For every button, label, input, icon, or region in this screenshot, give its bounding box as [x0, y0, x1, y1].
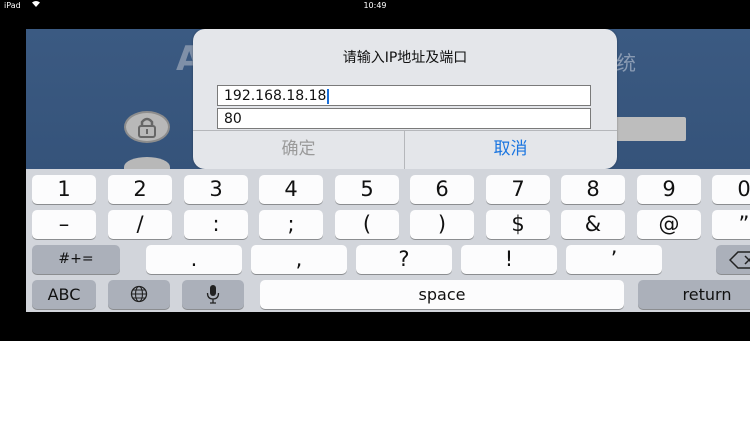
- device-screen: iPad 10:49 A 统 请输入IP地址及端口 192.168.18.18 …: [0, 0, 750, 341]
- key-2[interactable]: 2: [108, 175, 172, 204]
- key-semicolon[interactable]: ;: [259, 210, 323, 239]
- space-key[interactable]: space: [260, 280, 624, 309]
- text-caret: [327, 88, 330, 104]
- abc-key[interactable]: ABC: [32, 280, 96, 309]
- lock-icon: [124, 111, 170, 143]
- app-title-right: 统: [616, 51, 636, 75]
- ip-port-dialog: 请输入IP地址及端口 192.168.18.18 80 确定 取消: [193, 29, 617, 169]
- return-key[interactable]: return: [638, 280, 750, 309]
- key-4[interactable]: 4: [259, 175, 323, 204]
- key-0[interactable]: 0: [712, 175, 750, 204]
- microphone-key[interactable]: [182, 280, 244, 309]
- key-6[interactable]: 6: [410, 175, 474, 204]
- key-ampersand[interactable]: &: [561, 210, 625, 239]
- delete-key[interactable]: [716, 245, 750, 274]
- cancel-button[interactable]: 取消: [405, 130, 616, 169]
- key-slash[interactable]: /: [108, 210, 172, 239]
- more-symbols-key[interactable]: #+=: [32, 245, 120, 274]
- key-8[interactable]: 8: [561, 175, 625, 204]
- key-1[interactable]: 1: [32, 175, 96, 204]
- ip-address-input[interactable]: 192.168.18.18: [217, 85, 591, 106]
- delete-icon: [728, 250, 750, 274]
- key-3[interactable]: 3: [184, 175, 248, 204]
- status-bar: iPad 10:49: [0, 0, 750, 12]
- onscreen-keyboard: 1 2 3 4 5 6 7 8 9 0 – / : ; ( ) $ & @ ” …: [26, 169, 750, 312]
- key-dash[interactable]: –: [32, 210, 96, 239]
- key-colon[interactable]: :: [184, 210, 248, 239]
- key-period[interactable]: .: [146, 245, 242, 274]
- key-comma[interactable]: ,: [251, 245, 347, 274]
- ip-address-value: 192.168.18.18: [224, 88, 327, 104]
- key-close-paren[interactable]: ): [410, 210, 474, 239]
- key-dollar[interactable]: $: [486, 210, 550, 239]
- key-at[interactable]: @: [637, 210, 701, 239]
- key-quote[interactable]: ”: [712, 210, 750, 239]
- microphone-icon: [206, 285, 220, 308]
- confirm-button[interactable]: 确定: [193, 130, 404, 169]
- status-time: 10:49: [363, 1, 387, 10]
- key-question[interactable]: ?: [356, 245, 452, 274]
- key-apostrophe[interactable]: ’: [566, 245, 662, 274]
- port-input[interactable]: 80: [217, 108, 591, 129]
- port-value: 80: [224, 111, 242, 127]
- key-9[interactable]: 9: [637, 175, 701, 204]
- key-exclamation[interactable]: !: [461, 245, 557, 274]
- key-7[interactable]: 7: [486, 175, 550, 204]
- key-open-paren[interactable]: (: [335, 210, 399, 239]
- globe-icon: [130, 285, 148, 307]
- key-5[interactable]: 5: [335, 175, 399, 204]
- globe-key[interactable]: [108, 280, 170, 309]
- dialog-title: 请输入IP地址及端口: [342, 50, 468, 66]
